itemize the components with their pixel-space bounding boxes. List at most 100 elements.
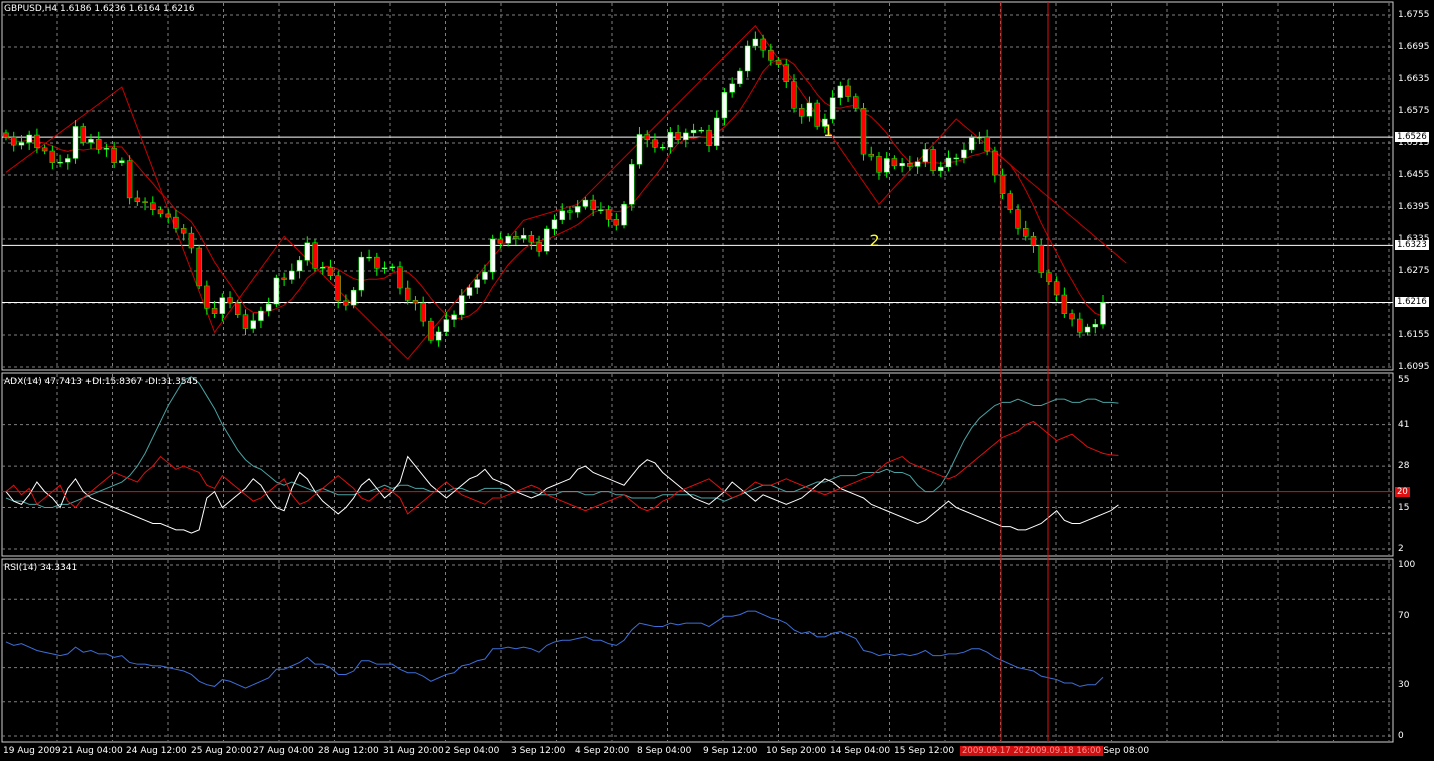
candle-body: [883, 158, 890, 173]
time-axis-label: 25 Aug 20:00: [191, 746, 252, 756]
candle: [150, 196, 156, 215]
candle-body: [551, 219, 558, 230]
candle-body: [968, 137, 975, 151]
candle-body: [605, 209, 612, 220]
candle-body: [814, 102, 820, 127]
candle-body: [1069, 313, 1075, 320]
adx-panel-title: ADX(14) 47.7413 +DI:15.8367 -DI:31.3545: [4, 377, 198, 387]
candle-body: [188, 232, 195, 249]
candle-body: [474, 279, 480, 288]
zigzag-line: [5, 24, 1127, 360]
candle: [250, 313, 256, 333]
candle-body: [1046, 272, 1052, 282]
candle: [95, 131, 102, 154]
candle: [837, 81, 844, 106]
candle-body: [204, 285, 210, 309]
candle-body: [1015, 209, 1021, 229]
adx-tick-label: 15: [1398, 502, 1410, 513]
candle: [489, 234, 496, 280]
candle: [1061, 287, 1068, 318]
candle-body: [1077, 318, 1083, 333]
price-tag: 1.6216: [1395, 297, 1429, 308]
candle: [103, 144, 110, 157]
adx-tick-label: 55: [1398, 375, 1410, 385]
candle-body: [544, 228, 550, 252]
candle: [1092, 319, 1099, 334]
candle-body: [922, 149, 929, 162]
time-axis-label: 4 Sep 20:00: [575, 746, 630, 756]
candle: [1084, 323, 1091, 336]
candle: [845, 79, 851, 102]
candle: [544, 225, 550, 255]
candle-body: [992, 150, 998, 176]
candle-body: [845, 85, 851, 97]
chart-canvas: [1, 1, 1394, 743]
candle: [760, 34, 766, 58]
candle-body: [381, 267, 388, 270]
candle-body: [961, 149, 967, 159]
candle: [358, 251, 365, 297]
candle-body: [18, 142, 25, 146]
candle-body: [567, 210, 573, 213]
candle-body: [976, 136, 983, 139]
candle-body: [559, 210, 565, 221]
candle: [798, 104, 805, 124]
candle-body: [350, 289, 357, 306]
price-tick-label: 1.6695: [1398, 42, 1430, 52]
adx-panel-frame: [1, 372, 1394, 557]
candle: [814, 99, 820, 130]
candle: [126, 155, 133, 205]
candle: [397, 261, 403, 295]
candle-body: [1030, 236, 1037, 246]
candle-body: [273, 277, 280, 305]
price-tick-label: 1.6755: [1398, 10, 1430, 20]
candle-body: [860, 108, 867, 155]
candle-body: [644, 134, 650, 141]
candle-body: [72, 126, 79, 159]
candle-body: [945, 157, 952, 168]
candle: [636, 127, 643, 169]
candle: [505, 233, 511, 247]
candle-body: [281, 277, 287, 280]
candle: [173, 209, 179, 233]
rsi-panel-frame: [1, 558, 1394, 743]
candle: [142, 197, 148, 211]
candle-body: [899, 163, 905, 167]
candle: [10, 131, 17, 152]
candle: [860, 103, 867, 161]
candle: [605, 205, 612, 227]
candle-body: [690, 129, 697, 134]
rsi-line: [5, 610, 1104, 689]
candle-body: [1061, 294, 1068, 314]
candle-body: [914, 161, 921, 167]
candle: [88, 133, 94, 149]
candle-body: [621, 204, 627, 226]
candle: [180, 224, 187, 241]
candle-body: [126, 160, 133, 199]
candle-body: [57, 161, 63, 164]
candle-body: [574, 206, 581, 213]
candle-body: [466, 287, 473, 296]
candle-body: [528, 235, 535, 243]
candle: [806, 96, 813, 122]
candle-body: [451, 314, 457, 320]
candle-body: [1022, 228, 1029, 237]
vertical-cursor-lines: [1000, 2, 1049, 742]
candle-body: [582, 199, 589, 207]
candle: [41, 144, 48, 155]
candle: [482, 264, 488, 284]
candle: [1007, 190, 1014, 213]
candle-body: [165, 213, 171, 218]
candle-body: [196, 247, 202, 287]
time-axis-label: 27 Aug 04:00: [253, 746, 314, 756]
candle-body: [598, 209, 604, 211]
candle: [242, 309, 249, 335]
adx-tick-label: 28: [1398, 461, 1410, 472]
adx-tick-label: 2: [1398, 544, 1404, 554]
candle-body: [590, 199, 596, 210]
candle-body: [713, 117, 720, 146]
candle: [227, 291, 233, 309]
candle: [165, 208, 171, 224]
candle: [3, 129, 9, 141]
candle: [976, 131, 983, 145]
